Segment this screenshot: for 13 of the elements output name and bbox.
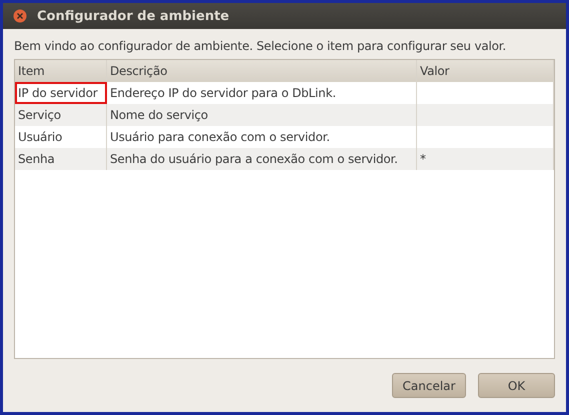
table-cell: IP do servidor <box>15 82 107 104</box>
table-row[interactable]: Serviço Nome do serviço <box>15 104 554 126</box>
close-icon[interactable] <box>13 9 27 23</box>
table-row[interactable]: Senha Senha do usuário para a conexão com o servidor. * <box>15 148 554 170</box>
table-cell: * <box>417 148 554 170</box>
table-row[interactable]: IP do servidor Endereço IP do servidor para o DbLink. <box>15 82 554 104</box>
ok-button[interactable]: OK <box>478 373 555 398</box>
cancel-button[interactable]: Cancelar <box>392 373 466 398</box>
table-cell: Senha do usuário para a conexão com o servidor. <box>107 148 417 170</box>
window-title: Configurador de ambiente <box>37 8 230 24</box>
intro-text: Bem vindo ao configurador de ambiente. Selecione o item para configurar seu valor. <box>14 39 508 53</box>
column-header[interactable]: Item <box>15 60 107 82</box>
table-cell: Senha <box>15 148 107 170</box>
